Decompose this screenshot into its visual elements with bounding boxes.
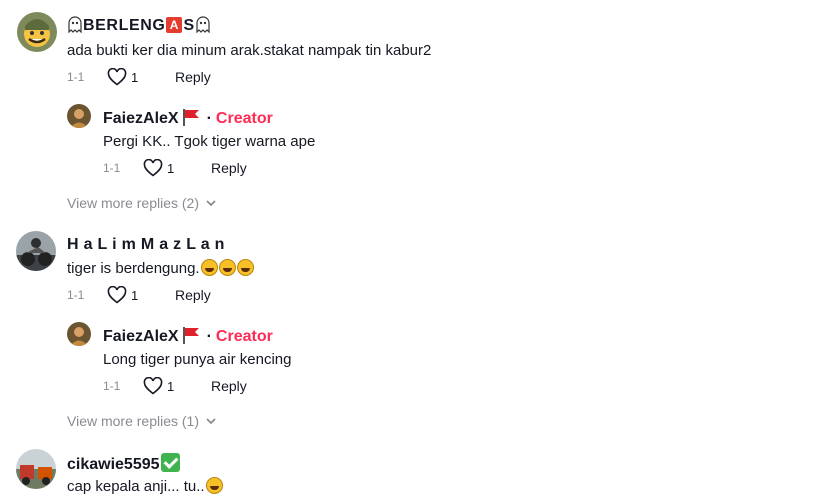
grinning-sweat-emoji-icon — [205, 477, 223, 494]
avatar-image — [16, 449, 56, 489]
heart-icon — [143, 159, 163, 177]
red-flag-emoji-icon — [182, 109, 199, 126]
comment-text-body: tiger is berdengung. — [67, 260, 200, 277]
reply-button[interactable]: Reply — [211, 378, 247, 394]
comment-date: 1-1 — [67, 70, 85, 84]
like-button[interactable]: 1 — [143, 159, 211, 177]
comment-date: 1-1 — [67, 288, 85, 302]
comment-text: cap kepala anji... tu.. — [67, 477, 223, 497]
reply-username[interactable]: FaiezAleX · Creator — [103, 326, 273, 347]
avatar[interactable] — [16, 449, 56, 489]
chevron-down-icon — [206, 200, 216, 207]
reply-date: 1-1 — [103, 161, 121, 175]
username-text: cikawie5595 — [67, 456, 160, 473]
comment-actions: 1-1 1 Reply — [67, 285, 211, 305]
reply-username[interactable]: FaiezAleX · Creator — [103, 108, 273, 129]
like-button[interactable]: 1 — [107, 286, 175, 304]
check-mark-emoji-icon — [160, 453, 180, 472]
like-button[interactable]: 1 — [107, 68, 175, 86]
like-count: 1 — [167, 160, 175, 176]
heart-icon — [143, 377, 163, 395]
reply-actions: 1-1 1 Reply — [103, 158, 247, 178]
like-count: 1 — [131, 69, 139, 85]
heart-icon — [107, 68, 127, 86]
reply-avatar[interactable] — [67, 322, 91, 346]
ghost-emoji-icon — [196, 16, 210, 33]
avatar[interactable] — [16, 231, 56, 271]
like-count: 1 — [167, 378, 175, 394]
comment-text: ada bukti ker dia minum arak.stakat namp… — [67, 42, 432, 59]
view-more-label: View more replies (1) — [67, 413, 200, 429]
username-tail: S — [183, 17, 195, 34]
avatar-image — [16, 231, 56, 271]
reply-button[interactable]: Reply — [211, 160, 247, 176]
view-more-replies-button[interactable]: View more replies (1) — [67, 413, 217, 429]
grinning-sweat-emoji-icon — [200, 259, 218, 276]
creator-badge: Creator — [215, 110, 273, 127]
username-text: FaiezAleX — [103, 110, 179, 127]
reply-button[interactable]: Reply — [175, 69, 211, 85]
comment-actions: 1-1 1 Reply — [67, 67, 211, 87]
comment-username[interactable]: BERLENG A S — [67, 15, 211, 36]
username-text: BERLENG — [83, 17, 166, 34]
comment-username[interactable]: H a L i m M a z L a n — [67, 235, 225, 255]
grinning-sweat-emoji-icon — [218, 259, 236, 276]
grinning-sweat-emoji-icon — [236, 259, 254, 276]
reply-button[interactable]: Reply — [175, 287, 211, 303]
like-button[interactable]: 1 — [143, 377, 211, 395]
view-more-label: View more replies (2) — [67, 195, 200, 211]
creator-badge: Creator — [215, 328, 273, 345]
comment-username[interactable]: cikawie5595 — [67, 453, 180, 475]
avatar-image — [67, 104, 91, 128]
heart-icon — [107, 286, 127, 304]
reply-actions: 1-1 1 Reply — [103, 376, 247, 396]
red-flag-emoji-icon — [182, 327, 199, 344]
like-count: 1 — [131, 287, 139, 303]
separator-dot: · — [206, 110, 212, 127]
separator-dot: · — [206, 328, 212, 345]
reply-text: Pergi KK.. Tgok tiger warna ape — [103, 133, 316, 150]
reply-avatar[interactable] — [67, 104, 91, 128]
view-more-replies-button[interactable]: View more replies (2) — [67, 195, 217, 211]
username-text: FaiezAleX — [103, 328, 179, 345]
comment-text-body: cap kepala anji... tu.. — [67, 478, 205, 495]
avatar[interactable] — [17, 12, 57, 52]
letter-a-emoji-icon: A — [166, 17, 183, 33]
ghost-emoji-icon — [68, 16, 82, 33]
chevron-down-icon — [206, 418, 216, 425]
reply-text: Long tiger punya air kencing — [103, 351, 292, 368]
avatar-image — [17, 12, 57, 52]
comment-text: tiger is berdengung. — [67, 259, 254, 279]
avatar-image — [67, 322, 91, 346]
reply-date: 1-1 — [103, 379, 121, 393]
